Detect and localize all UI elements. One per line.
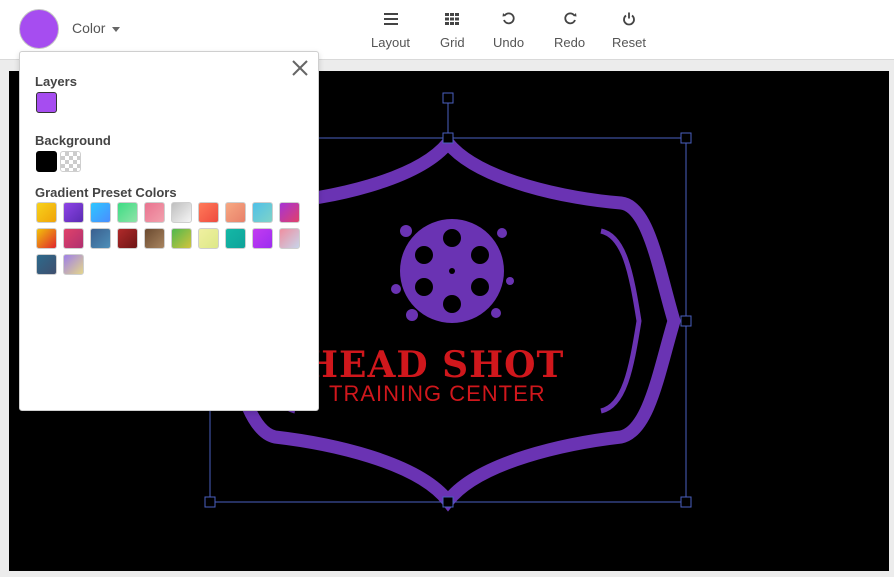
gradient-preset-swatch[interactable] [90, 228, 111, 249]
redo-label: Redo [554, 35, 586, 50]
redo-icon [560, 10, 580, 28]
grid-icon [442, 10, 462, 28]
logo-headline: HEAD SHOT [304, 344, 565, 386]
gradient-preset-swatch[interactable] [171, 202, 192, 223]
gradient-preset-swatch[interactable] [279, 202, 300, 223]
gradient-preset-swatch[interactable] [171, 228, 192, 249]
undo-label: Undo [493, 35, 525, 50]
layout-button[interactable]: Layout [371, 10, 410, 50]
revolver-cylinder-graphic [391, 219, 514, 323]
gradient-title: Gradient Preset Colors [35, 185, 177, 200]
undo-button[interactable]: Undo [493, 10, 524, 50]
logo-subtitle: TRAINING CENTER [329, 381, 546, 406]
gradient-preset-swatch[interactable] [63, 228, 84, 249]
gradient-preset-swatch[interactable] [198, 228, 219, 249]
current-color-swatch[interactable] [19, 9, 59, 49]
redo-button[interactable]: Redo [554, 10, 585, 50]
reset-label: Reset [612, 35, 646, 50]
layout-label: Layout [371, 35, 411, 50]
color-dropdown[interactable]: Color [72, 20, 121, 36]
gradient-preset-swatch[interactable] [279, 228, 300, 249]
reset-button[interactable]: Reset [612, 10, 646, 50]
gradient-preset-swatch[interactable] [252, 202, 273, 223]
color-dropdown-label: Color [72, 20, 106, 36]
close-icon[interactable] [290, 58, 310, 78]
gradient-preset-swatch[interactable] [36, 228, 57, 249]
caret-down-icon [112, 26, 121, 32]
gradient-preset-swatch[interactable] [252, 228, 273, 249]
gradient-preset-swatch[interactable] [63, 202, 84, 223]
logo-frame-inner-right [600, 228, 642, 414]
gradient-preset-swatch[interactable] [117, 228, 138, 249]
bottom-strip [0, 571, 894, 577]
gradient-preset-swatch[interactable] [36, 254, 57, 275]
layer-color-swatch[interactable] [36, 92, 57, 113]
background-black-swatch[interactable] [36, 151, 57, 172]
color-popover: Layers Background Gradient Preset Colors [19, 51, 319, 411]
gradient-preset-swatch[interactable] [90, 202, 111, 223]
gradient-preset-swatch[interactable] [225, 228, 246, 249]
gradient-preset-swatch[interactable] [117, 202, 138, 223]
gradient-preset-swatch[interactable] [225, 202, 246, 223]
gradient-preset-swatch[interactable] [36, 202, 57, 223]
gradient-preset-swatch[interactable] [198, 202, 219, 223]
grid-button[interactable]: Grid [440, 10, 465, 50]
grid-label: Grid [440, 35, 465, 50]
undo-icon [499, 10, 519, 28]
power-icon [619, 10, 639, 28]
gradient-preset-swatch[interactable] [144, 228, 165, 249]
gradient-preset-swatch[interactable] [63, 254, 84, 275]
layers-title: Layers [35, 74, 77, 89]
background-title: Background [35, 133, 111, 148]
background-transparent-swatch[interactable] [60, 151, 81, 172]
layout-icon [381, 10, 401, 28]
gradient-preset-swatch[interactable] [144, 202, 165, 223]
